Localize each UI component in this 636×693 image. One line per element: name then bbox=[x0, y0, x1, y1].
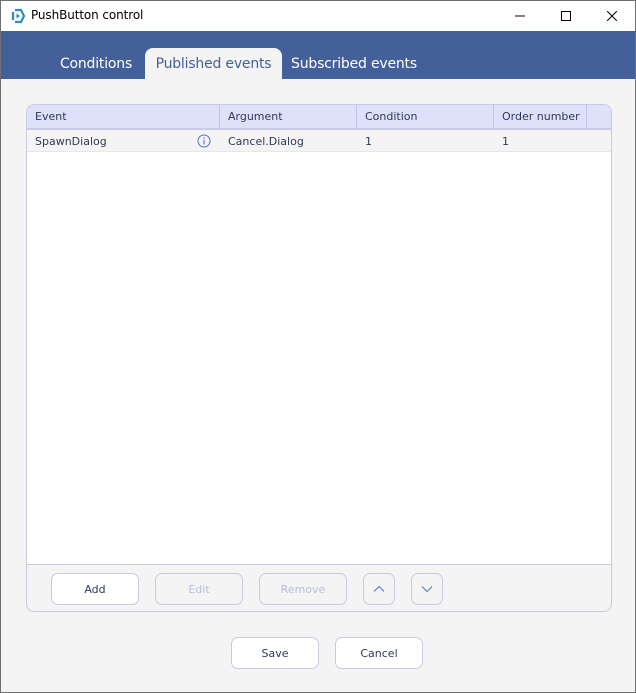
events-panel: Event Argument Condition Order number Sp… bbox=[26, 104, 612, 612]
window-title: PushButton control bbox=[31, 8, 144, 22]
cell-order-number: 1 bbox=[502, 134, 509, 148]
tab-published-events[interactable]: Published events bbox=[145, 48, 282, 79]
tab-conditions[interactable]: Conditions bbox=[49, 48, 143, 79]
info-icon[interactable] bbox=[196, 130, 212, 152]
maximize-button[interactable] bbox=[543, 1, 589, 31]
maximize-icon bbox=[561, 11, 571, 21]
cell-argument: Cancel.Dialog bbox=[228, 134, 304, 148]
close-button[interactable] bbox=[589, 1, 635, 31]
grid-header: Event Argument Condition Order number bbox=[27, 105, 611, 130]
add-button[interactable]: Add bbox=[51, 573, 139, 605]
minimize-icon bbox=[515, 11, 525, 21]
column-header-condition[interactable]: Condition bbox=[357, 105, 494, 128]
close-icon bbox=[607, 11, 617, 21]
move-down-button[interactable] bbox=[411, 573, 443, 605]
chevron-down-icon bbox=[421, 583, 433, 596]
column-header-argument[interactable]: Argument bbox=[220, 105, 357, 128]
tab-subscribed-events[interactable]: Subscribed events bbox=[284, 48, 424, 79]
save-button[interactable]: Save bbox=[231, 637, 319, 669]
column-header-filler bbox=[587, 105, 611, 128]
grid-body: SpawnDialog Cancel.Dialog 1 1 bbox=[27, 130, 611, 565]
remove-button[interactable]: Remove bbox=[259, 573, 347, 605]
minimize-button[interactable] bbox=[497, 1, 543, 31]
chevron-up-icon bbox=[373, 583, 385, 596]
tab-bar: Conditions Published events Subscribed e… bbox=[1, 31, 635, 79]
column-header-order-number[interactable]: Order number bbox=[494, 105, 587, 128]
move-up-button[interactable] bbox=[363, 573, 395, 605]
column-header-event[interactable]: Event bbox=[27, 105, 220, 128]
cancel-button[interactable]: Cancel bbox=[335, 637, 423, 669]
app-logo-icon bbox=[10, 8, 26, 24]
cell-condition: 1 bbox=[365, 134, 372, 148]
dialog-window: PushButton control Conditions Published … bbox=[0, 0, 636, 693]
table-row[interactable]: SpawnDialog Cancel.Dialog 1 1 bbox=[27, 130, 611, 152]
edit-button[interactable]: Edit bbox=[155, 573, 243, 605]
cell-event: SpawnDialog bbox=[35, 134, 107, 148]
title-bar: PushButton control bbox=[1, 1, 635, 31]
